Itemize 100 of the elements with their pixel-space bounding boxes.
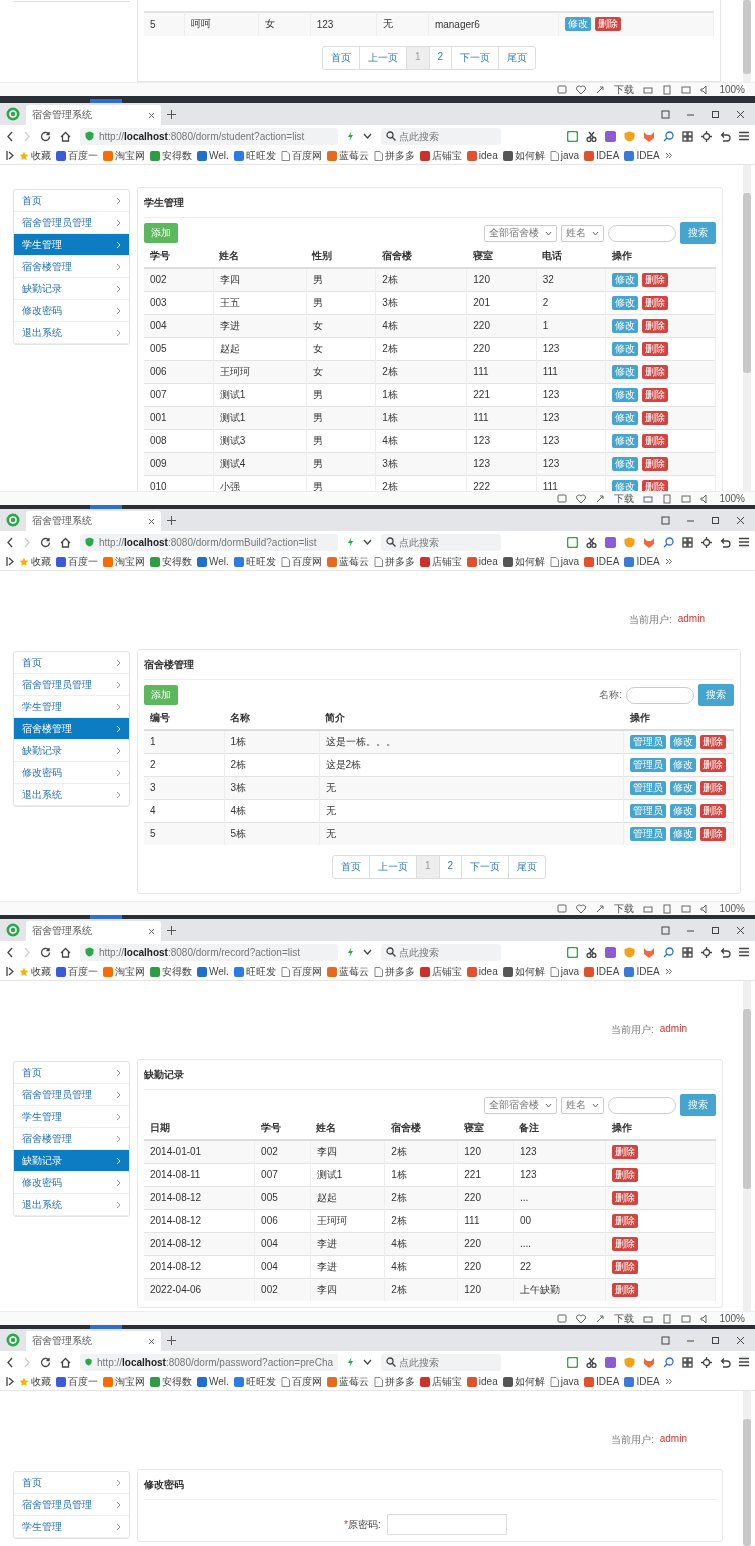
bookmark-link[interactable]: idea [478, 1376, 498, 1387]
maximize-icon[interactable] [711, 1335, 720, 1345]
search-input[interactable] [626, 686, 694, 704]
grid-icon[interactable] [682, 1356, 693, 1368]
delete-button[interactable]: 删除 [612, 1144, 638, 1159]
reload-icon[interactable] [40, 130, 51, 142]
sidebar-item[interactable]: 宿舍管理员管理 [14, 1084, 129, 1106]
sidebar-item[interactable]: 缺勤记录 [14, 1150, 129, 1172]
sidebar-item[interactable]: 退出系统 [14, 784, 129, 806]
sidebar-item[interactable]: 退出系统 [14, 1194, 129, 1216]
bookmark-link[interactable]: 蓝莓云 [338, 148, 369, 163]
window-icon[interactable] [681, 1313, 692, 1324]
bolt-icon[interactable] [347, 1357, 354, 1367]
chevron-down-icon[interactable] [363, 133, 372, 139]
chevron-down-icon[interactable] [363, 539, 372, 545]
bookmark-link[interactable]: java [560, 150, 580, 161]
square-icon[interactable] [605, 536, 616, 548]
window-icon[interactable] [681, 903, 692, 914]
grid-icon[interactable] [682, 946, 693, 958]
sidebar-toggle-icon[interactable] [6, 557, 14, 566]
sidebar-item[interactable]: 修改密码 [14, 762, 129, 784]
delete-button[interactable]: 删除 [700, 803, 726, 818]
delete-button[interactable]: 删除 [642, 410, 668, 425]
sidebar-item[interactable]: 宿舍管理员管理 [14, 1494, 129, 1516]
bookmark-link[interactable]: 店铺宝 [431, 554, 462, 569]
bookmark-link[interactable]: idea [478, 150, 498, 161]
bookmark-link[interactable]: 旺旺发 [245, 554, 276, 569]
menu-icon[interactable] [739, 947, 749, 957]
close-icon[interactable] [148, 517, 155, 525]
scrollbar[interactable] [743, 1391, 751, 1546]
back-icon[interactable] [6, 946, 14, 958]
bookmark-link[interactable]: 蓝莓云 [338, 554, 369, 569]
undo-icon[interactable] [720, 536, 731, 548]
bookmark-link[interactable]: 店铺宝 [431, 964, 462, 979]
sidebar-item[interactable]: 学生管理 [14, 1516, 129, 1538]
close-icon[interactable] [736, 109, 745, 119]
dropdown[interactable]: 全部宿舍楼 [484, 1096, 557, 1114]
close-icon[interactable] [148, 927, 155, 935]
bookmark-link[interactable]: 安得数 [162, 1374, 192, 1389]
download-button[interactable]: 下载 [614, 901, 635, 915]
delete-button[interactable]: 删除 [700, 826, 726, 841]
address-bar[interactable]: http://localhost:8080/dorm/dormBuild?action=list [80, 533, 338, 551]
dropdown[interactable]: 全部宿舍楼 [484, 224, 557, 242]
restore-icon[interactable] [661, 515, 670, 525]
bookmark-link[interactable]: 百度网 [291, 148, 322, 163]
dropdown[interactable]: 姓名 [561, 1096, 604, 1114]
chat-icon[interactable] [557, 903, 568, 914]
bookmark-link[interactable]: IDEA [636, 966, 660, 977]
delete-button[interactable]: 删除 [612, 1236, 638, 1251]
delete-button[interactable]: 删除 [642, 295, 668, 310]
logo-icon[interactable] [6, 923, 20, 937]
sidebar-item[interactable]: 学生管理 [14, 1106, 129, 1128]
scrollbar[interactable] [743, 0, 751, 82]
home-icon[interactable] [60, 1356, 71, 1368]
bookmark-link[interactable]: 安得数 [162, 964, 192, 979]
bolt-icon[interactable] [347, 947, 354, 957]
bookmark-link[interactable]: java [560, 966, 580, 977]
search-input[interactable] [608, 1096, 676, 1114]
delete-button[interactable]: 删除 [642, 318, 668, 333]
plus-icon[interactable] [167, 109, 176, 119]
printer-icon[interactable] [643, 1313, 654, 1324]
scissors-icon[interactable] [586, 946, 597, 958]
heart-icon[interactable] [576, 84, 587, 95]
restore-icon[interactable] [661, 109, 670, 119]
bookmark-link[interactable]: 如何解 [514, 148, 545, 163]
search-field[interactable]: 点此搜索 [381, 533, 501, 551]
search-field[interactable]: 点此搜索 [381, 127, 501, 145]
bookmark-link[interactable]: idea [478, 556, 498, 567]
bookmark-link[interactable]: 收藏 [31, 1374, 51, 1389]
sidebar-item[interactable]: 缺勤记录 [14, 278, 129, 300]
address-bar[interactable]: http://localhost:8080/dorm/password?action=preCha [80, 1353, 338, 1371]
bookmark-link[interactable]: 旺旺发 [245, 1374, 276, 1389]
maximize-icon[interactable] [711, 109, 720, 119]
search-icon[interactable] [663, 536, 674, 548]
download-button[interactable]: 下载 [614, 491, 635, 505]
page-link[interactable]: 首页 [332, 856, 370, 878]
bookmark-link[interactable]: 淘宝网 [115, 554, 145, 569]
page-link[interactable]: 下一页 [452, 46, 500, 69]
delete-button[interactable]: 删除 [612, 1190, 638, 1205]
download-button[interactable]: 下载 [614, 1311, 635, 1325]
scrollbar[interactable] [743, 981, 751, 1311]
bookmark-link[interactable]: 店铺宝 [431, 1374, 462, 1389]
back-icon[interactable] [6, 1356, 14, 1368]
fox-icon[interactable] [643, 1356, 655, 1368]
sidebar-item[interactable]: 缺勤记录 [14, 740, 129, 762]
close-icon[interactable] [736, 515, 745, 525]
bookmark-link[interactable]: 如何解 [514, 964, 545, 979]
bookmark-link[interactable]: 拼多多 [384, 964, 415, 979]
bookmark-link[interactable]: 拼多多 [384, 148, 415, 163]
bookmark-link[interactable]: 收藏 [31, 964, 51, 979]
close-icon[interactable] [148, 1337, 155, 1345]
scrollbar[interactable] [743, 165, 751, 491]
bookmark-link[interactable]: 淘宝网 [115, 964, 145, 979]
bookmark-link[interactable]: IDEA [636, 1376, 660, 1387]
dropdown[interactable]: 姓名 [561, 224, 604, 242]
zoom-level[interactable]: 100% [719, 903, 745, 914]
bookmark-link[interactable]: 旺旺发 [245, 964, 276, 979]
bookmark-link[interactable]: 淘宝网 [115, 148, 145, 163]
sidebar-item[interactable]: 首页 [14, 190, 129, 212]
bookmark-link[interactable]: Wel. [209, 150, 229, 161]
